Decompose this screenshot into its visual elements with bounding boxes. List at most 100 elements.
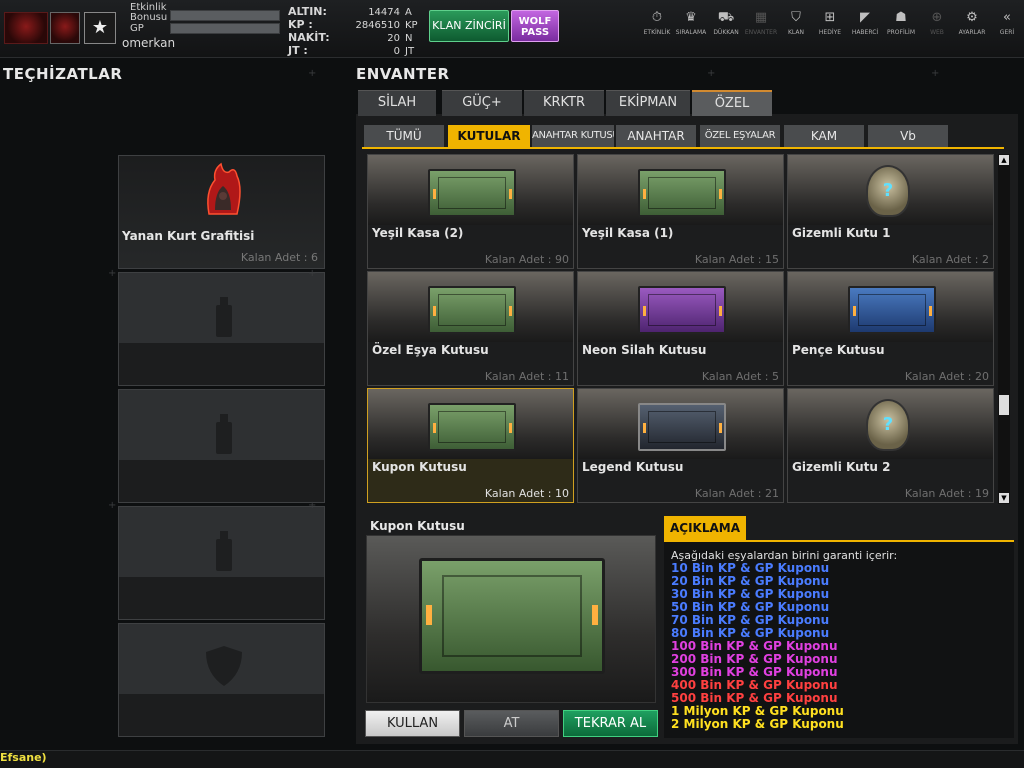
item-card[interactable]: Yeşil Kasa (1) Kalan Adet : 15: [577, 154, 784, 269]
item-card[interactable]: ? Gizemli Kutu 1 Kalan Adet : 2: [787, 154, 994, 269]
spray-can-icon: [216, 414, 232, 454]
gold-label: ALTIN:: [288, 5, 327, 18]
megaphone-icon: ◤: [860, 10, 870, 25]
spray-can-icon: [216, 297, 232, 337]
coupon-entry: 2 Milyon KP & GP Kuponu: [671, 717, 844, 731]
sub-tab-2[interactable]: KUTULAR: [448, 125, 530, 147]
inventory-icon: ▦: [754, 10, 768, 25]
clan-emblem-icon[interactable]: [50, 12, 80, 44]
sub-tab-5[interactable]: ÖZEL EŞYALAR: [700, 125, 780, 147]
item-name: Neon Silah Kutusu: [582, 343, 707, 357]
event-icon: ⏱: [651, 10, 663, 25]
wolf-pass-button[interactable]: WOLF PASS: [511, 10, 559, 42]
green-crate-icon: [638, 169, 726, 217]
decor-plus: +: [108, 268, 117, 279]
clan-chain-button[interactable]: KLAN ZİNCİRİ: [429, 10, 509, 42]
item-count: Kalan Adet : 2: [911, 253, 989, 266]
mystery-box-icon: ?: [866, 399, 910, 451]
blue-crate-icon: [848, 286, 936, 334]
steel-crate-icon: [638, 403, 726, 451]
spray-can-icon: [216, 531, 232, 571]
equip-slot-2[interactable]: [118, 272, 325, 386]
nav-ranking[interactable]: ♛ SIRALAMA: [674, 10, 708, 36]
scroll-down-icon[interactable]: ▼: [999, 493, 1009, 503]
gear-icon: ⚙: [966, 10, 978, 25]
chat-bar: [0, 750, 1024, 768]
drop-button[interactable]: AT: [464, 710, 559, 737]
sub-tab-4[interactable]: ANAHTAR: [616, 125, 696, 147]
game-logo: [4, 12, 48, 44]
item-scrollbar[interactable]: [998, 154, 1010, 504]
clan-icon: ⛉: [791, 10, 801, 25]
nav-label: ETKİNLİK: [643, 29, 671, 36]
item-card[interactable]: Neon Silah Kutusu Kalan Adet : 5: [577, 271, 784, 386]
equip-slot-4[interactable]: [118, 506, 325, 620]
gold-unit: A: [405, 7, 412, 18]
ranking-icon: ♛: [685, 10, 697, 25]
web-icon: ⊕: [931, 10, 943, 25]
nav-inventory[interactable]: ▦ ENVANTER: [744, 10, 778, 36]
nav-back[interactable]: « GERİ: [990, 10, 1024, 36]
main-tab-4[interactable]: EKİPMAN: [606, 90, 690, 116]
item-count: Kalan Adet : 90: [484, 253, 569, 266]
nav-clan[interactable]: ⛉ KLAN: [779, 10, 813, 36]
green-crate-icon: [428, 169, 516, 217]
rank-star-icon[interactable]: ★: [84, 12, 116, 44]
item-card[interactable]: Özel Eşya Kutusu Kalan Adet : 11: [367, 271, 574, 386]
main-tab-3[interactable]: KRKTR: [524, 90, 604, 116]
player-name: omerkan: [122, 36, 176, 50]
nav-web[interactable]: ⊕ WEB: [920, 10, 954, 36]
item-count: Kalan Adet : 10: [484, 487, 569, 500]
main-tab-1[interactable]: SİLAH: [358, 90, 436, 116]
wolf-pass-label-1: WOLF: [518, 16, 552, 27]
nav-event[interactable]: ⏱ ETKİNLİK: [640, 10, 674, 36]
tab-underline: [362, 147, 1004, 149]
nav-label: PROFİLİM: [886, 29, 916, 36]
item-card[interactable]: Legend Kutusu Kalan Adet : 21: [577, 388, 784, 503]
nav-label: KLAN: [787, 29, 804, 36]
rebuy-button[interactable]: TEKRAR AL: [563, 710, 658, 737]
item-card[interactable]: Yeşil Kasa (2) Kalan Adet : 90: [367, 154, 574, 269]
item-card[interactable]: Pençe Kutusu Kalan Adet : 20: [787, 271, 994, 386]
nav-megaphone[interactable]: ◤ HABERCİ: [848, 10, 882, 36]
back-icon: «: [1003, 10, 1011, 25]
use-button[interactable]: KULLAN: [365, 710, 460, 737]
detail-item-name: Kupon Kutusu: [370, 519, 465, 533]
scroll-thumb[interactable]: [999, 395, 1009, 415]
item-card[interactable]: ? Gizemli Kutu 2 Kalan Adet : 19: [787, 388, 994, 503]
equip-slot-1[interactable]: Yanan Kurt Grafitisi Kalan Adet : 6: [118, 155, 325, 269]
equip-slot-count: Kalan Adet : 6: [240, 251, 318, 264]
nav-label: GERİ: [999, 29, 1015, 36]
nav-gift[interactable]: ⊞ HEDİYE: [813, 10, 847, 36]
decor-plus: +: [308, 268, 317, 279]
nav-cart[interactable]: ⛟ DÜKKAN: [709, 10, 743, 36]
sub-tab-7[interactable]: Vb: [868, 125, 948, 147]
item-name: Özel Eşya Kutusu: [372, 343, 489, 357]
equipment-title: TEÇHİZATLAR: [3, 65, 123, 83]
nav-label: WEB: [930, 29, 944, 36]
jt-unit: JT: [405, 46, 415, 57]
sub-tab-3[interactable]: ANAHTAR KUTUSU: [532, 125, 614, 147]
nav-profile[interactable]: ☗ PROFİLİM: [884, 10, 918, 36]
scroll-up-icon[interactable]: ▲: [999, 155, 1009, 165]
item-card[interactable]: Kupon Kutusu Kalan Adet : 10: [367, 388, 574, 503]
cash-unit: N: [405, 33, 413, 44]
sub-tab-1[interactable]: TÜMÜ: [364, 125, 444, 147]
equip-slot-5[interactable]: [118, 623, 325, 737]
item-name: Yeşil Kasa (1): [582, 226, 674, 240]
profile-icon: ☗: [895, 10, 907, 25]
item-count: Kalan Adet : 21: [694, 487, 779, 500]
purple-crate-icon: [638, 286, 726, 334]
main-tab-5[interactable]: ÖZEL: [692, 90, 772, 116]
nav-label: DÜKKAN: [713, 29, 739, 36]
nav-label: HABERCİ: [851, 29, 879, 36]
sub-tab-6[interactable]: KAM: [784, 125, 864, 147]
nav-label: SIRALAMA: [675, 29, 707, 36]
description-tab[interactable]: AÇIKLAMA: [664, 516, 746, 540]
detail-item-image: [366, 535, 656, 703]
nav-label: AYARLAR: [958, 29, 986, 36]
nav-gear[interactable]: ⚙ AYARLAR: [955, 10, 989, 36]
cash-label: NAKİT:: [288, 31, 330, 44]
equip-slot-3[interactable]: [118, 389, 325, 503]
main-tab-2[interactable]: GÜÇ+: [442, 90, 522, 116]
